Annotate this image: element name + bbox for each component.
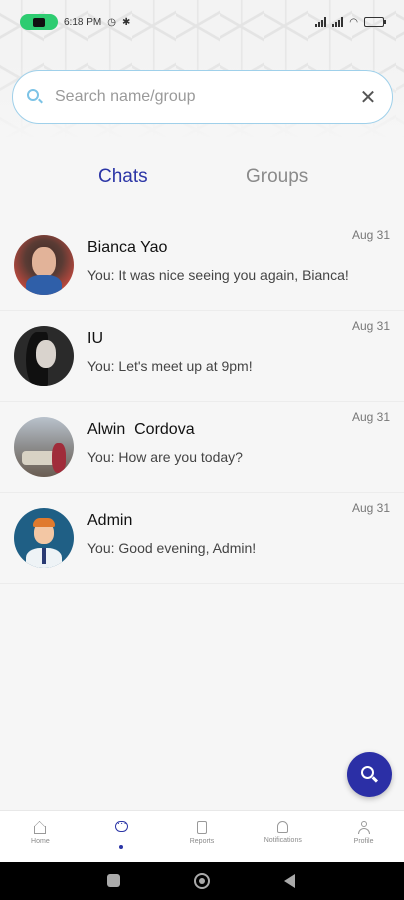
nav-label: Profile [353, 838, 374, 845]
status-bar: 6:18 PM ◷ ✱ ◠ [0, 0, 404, 44]
status-right: ◠ [315, 16, 386, 28]
chat-date: Aug 31 [351, 501, 390, 515]
avatar [14, 326, 74, 386]
status-time: 6:18 PM [64, 16, 102, 28]
back-icon[interactable] [284, 874, 295, 888]
home-icon [34, 826, 47, 834]
chat-item-iu[interactable]: IU You: Let's meet up at 9pm! Aug 31 [0, 311, 404, 402]
recents-icon[interactable] [107, 874, 120, 887]
tab-groups[interactable]: Groups [246, 166, 308, 188]
avatar [14, 235, 74, 295]
chat-name: Bianca Yao [87, 239, 168, 256]
chat-list: Bianca Yao You: It was nice seeing you a… [0, 220, 404, 584]
avatar [14, 508, 74, 568]
chat-icon [114, 818, 128, 832]
signal-icon [332, 17, 344, 27]
search-bar[interactable]: ✕ [12, 70, 393, 124]
search-input[interactable] [55, 88, 358, 106]
nav-label: Reports [189, 838, 215, 845]
chat-item-bianca-yao[interactable]: Bianca Yao You: It was nice seeing you a… [0, 220, 404, 311]
chat-preview: You: How are you today? [87, 449, 243, 465]
nav-item-reports[interactable]: Reports [162, 811, 243, 862]
search-fab-button[interactable] [347, 752, 392, 797]
bottom-nav: Home Reports Notifications Profile [0, 810, 404, 862]
chat-preview: You: Let's meet up at 9pm! [87, 358, 253, 374]
chat-name: IU [87, 330, 103, 347]
nav-item-chats[interactable] [81, 811, 162, 862]
tab-chats[interactable]: Chats [98, 166, 148, 188]
chat-name: Alwin Cordova [87, 421, 195, 438]
chat-date: Aug 31 [351, 319, 390, 333]
reports-icon [196, 821, 207, 834]
chat-item-alwin-cordova[interactable]: Alwin Cordova You: How are you today? Au… [0, 402, 404, 493]
active-indicator [119, 845, 124, 849]
system-nav-bar [0, 862, 404, 900]
nav-item-home[interactable]: Home [0, 811, 81, 862]
chat-preview: You: It was nice seeing you again, Bianc… [87, 267, 349, 283]
close-icon[interactable]: ✕ [358, 85, 378, 110]
cat-icon: ✱ [121, 16, 131, 28]
chat-name: Admin [87, 512, 133, 529]
home-button-icon[interactable] [194, 873, 210, 889]
signal-icon [315, 17, 327, 27]
chat-date: Aug 31 [351, 410, 390, 424]
bell-icon [277, 821, 289, 833]
nav-label: Home [31, 838, 50, 845]
nav-label: Notifications [263, 837, 302, 844]
search-icon [27, 89, 43, 105]
profile-icon [357, 821, 370, 834]
chat-date: Aug 31 [351, 228, 390, 242]
search-icon [360, 765, 379, 784]
chat-item-admin[interactable]: Admin You: Good evening, Admin! Aug 31 [0, 493, 404, 584]
battery-icon [364, 17, 386, 27]
tab-bar: Chats Groups [0, 166, 404, 194]
chat-preview: You: Good evening, Admin! [87, 540, 257, 556]
nav-item-profile[interactable]: Profile [323, 811, 404, 862]
camera-pill-icon [20, 14, 58, 30]
nav-item-notifications[interactable]: Notifications [242, 811, 323, 862]
wifi-icon: ◠ [349, 16, 358, 28]
avatar [14, 417, 74, 477]
alarm-icon: ◷ [107, 16, 116, 28]
